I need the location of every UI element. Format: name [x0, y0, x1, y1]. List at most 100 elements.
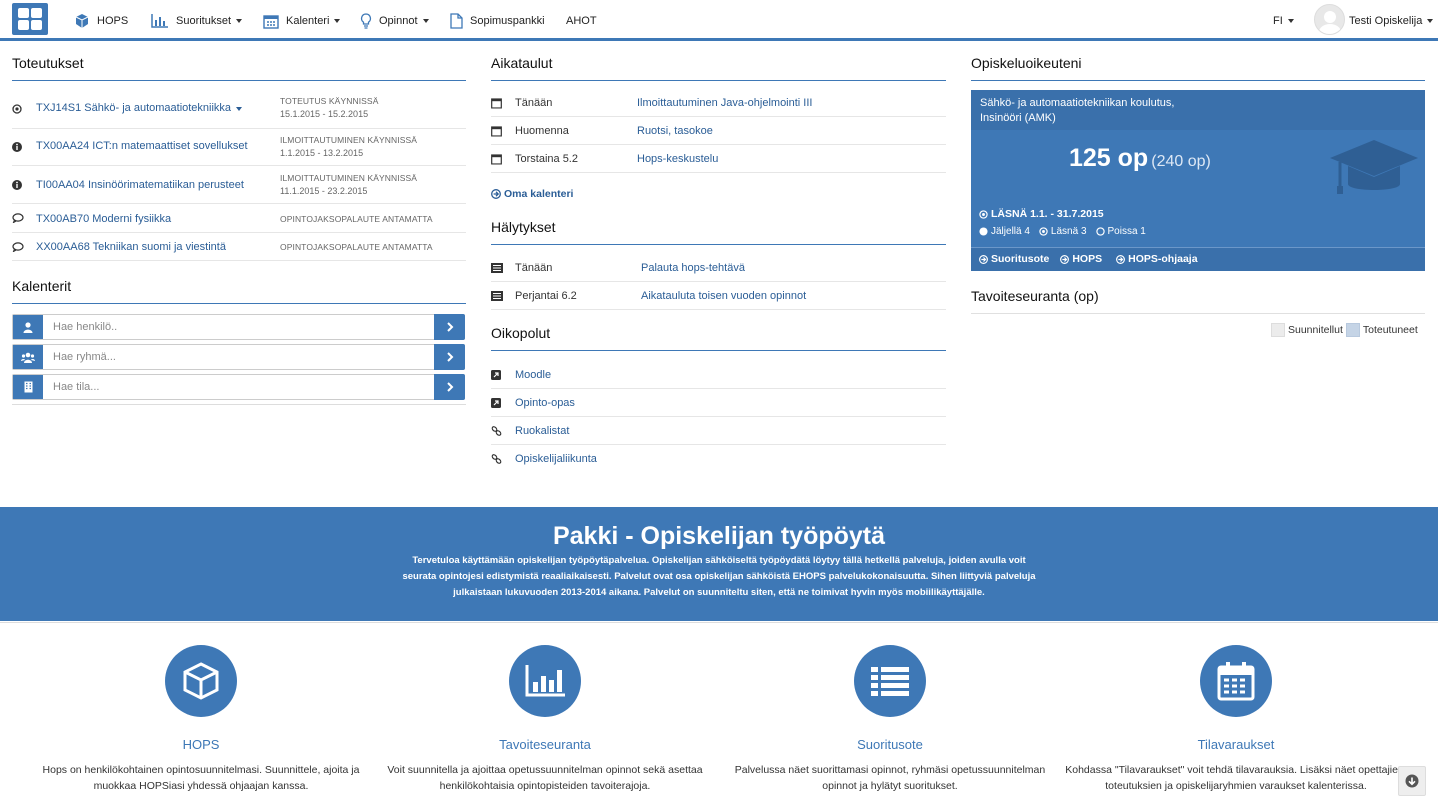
info-icon: [12, 179, 22, 190]
toteutus-status: ILMOITTAUTUMINEN KÄYNNISSÄ 1.1.2015 - 13.…: [280, 134, 417, 160]
lightbulb-icon: [360, 13, 372, 29]
nav-kalenteri[interactable]: Kalenteri: [263, 12, 341, 30]
caret-down-icon: [422, 19, 429, 23]
feature-title[interactable]: Tilavaraukset: [1064, 737, 1408, 752]
person-search-input[interactable]: Hae henkilö..: [53, 321, 117, 333]
shortcut-row: Moodle: [491, 361, 946, 389]
nav-ahot[interactable]: AHOT: [566, 12, 597, 30]
filled-circle-icon: [979, 227, 988, 236]
toteutus-row: TI00AA04 Insinöörimatematiikan perusteet…: [12, 166, 466, 204]
nav-kalenteri-label: Kalenteri: [286, 15, 330, 27]
nav-sopimuspankki-label: Sopimuspankki: [470, 15, 545, 27]
bar-chart-icon[interactable]: [509, 645, 581, 717]
schedule-event-link[interactable]: Hops-keskustelu: [637, 153, 718, 165]
caret-down-icon: [1427, 19, 1434, 23]
avatar[interactable]: [1314, 4, 1345, 35]
alert-day: Perjantai 6.2: [515, 290, 577, 302]
divider: [12, 404, 466, 405]
chart-legend: Suunnitellut Toteutuneet: [1271, 323, 1418, 337]
status-dates: 1.1.2015 - 13.2.2015: [280, 148, 364, 158]
hops-ohjaaja-link[interactable]: HOPS-ohjaaja: [1116, 253, 1198, 265]
schedule-day: Torstaina 5.2: [515, 153, 578, 165]
toteutus-row: TX00AA24 ICT:n matemaattiset sovellukset…: [12, 129, 466, 166]
legend-done-label: Toteutuneet: [1362, 324, 1418, 336]
feature-description: Hops on henkilökohtainen opintosuunnitel…: [42, 764, 360, 792]
suoritusote-label: Suoritusote: [991, 253, 1050, 265]
circle-arrow-right-icon: [491, 189, 501, 199]
nav-suoritukset[interactable]: Suoritukset: [151, 12, 243, 30]
shortcut-link[interactable]: Ruokalistat: [515, 425, 569, 437]
banner-text: Tervetuloa käyttämään opiskelijan työpöy…: [402, 555, 1036, 598]
hops-link[interactable]: HOPS: [1060, 253, 1102, 265]
toteutus-link[interactable]: TI00AA04 Insinöörimatematiikan perusteet: [36, 179, 244, 191]
alert-event-link[interactable]: Aikatauluta toisen vuoden opinnot: [641, 290, 806, 302]
toteutus-link[interactable]: TX00AA24 ICT:n matemaattiset sovellukset: [36, 140, 248, 152]
user-icon: [13, 315, 43, 339]
credits-earned: 125 op: [1069, 144, 1149, 172]
status-text: OPINTOJAKSOPALAUTE ANTAMATTA: [280, 242, 433, 252]
users-icon: [13, 345, 43, 369]
credits: 125 op (240 op): [1069, 144, 1211, 173]
kalenterit-title: Kalenterit: [12, 278, 466, 304]
suoritusote-link[interactable]: Suoritusote: [979, 253, 1049, 265]
chevron-right-icon: [446, 322, 453, 332]
schedule-event-link[interactable]: Ruotsi, tasokoe: [637, 125, 713, 137]
feature-title[interactable]: Tavoiteseuranta: [373, 737, 717, 752]
toteutus-link[interactable]: TX00AB70 Moderni fysiikka: [36, 213, 171, 225]
schedule-day: Tänään: [515, 97, 553, 109]
alert-day: Tänään: [515, 262, 553, 274]
list-icon[interactable]: [854, 645, 926, 717]
toteutus-status: TOTEUTUS KÄYNNISSÄ 15.1.2015 - 15.2.2015: [280, 95, 378, 121]
banner-title: Pakki - Opiskelijan työpöytä: [552, 522, 886, 550]
circle-arrow-right-icon: [979, 254, 988, 264]
own-calendar-link[interactable]: Oma kalenteri: [491, 188, 573, 200]
language-select[interactable]: FI: [1273, 12, 1294, 30]
calendar-icon[interactable]: [1200, 645, 1272, 717]
person-search: Hae henkilö..: [12, 314, 465, 340]
nav-hops[interactable]: HOPS: [74, 12, 128, 30]
list-alt-icon: [491, 290, 503, 301]
schedule-event-link[interactable]: Ilmoittautuminen Java-ohjelmointi III: [637, 97, 812, 109]
nav-opinnot[interactable]: Opinnot: [360, 12, 429, 30]
shortcut-row: Opinto-opas: [491, 389, 946, 417]
room-search: Hae tila...: [12, 374, 465, 400]
nav-sopimuspankki[interactable]: Sopimuspankki: [449, 12, 545, 30]
top-navbar: HOPS Suoritukset Kalenteri Opinnot Sopim…: [0, 0, 1438, 41]
room-search-input[interactable]: Hae tila...: [53, 381, 99, 393]
shortcut-link[interactable]: Opiskelijaliikunta: [515, 453, 597, 465]
toteutus-link[interactable]: XX00AA68 Tekniikan suomi ja viestintä: [36, 241, 226, 253]
external-link-icon: [491, 369, 501, 380]
building-icon: [13, 375, 43, 399]
room-search-button[interactable]: [434, 374, 465, 400]
schedule-row: Huomenna Ruotsi, tasokoe: [491, 117, 946, 145]
toteutus-status: ILMOITTAUTUMINEN KÄYNNISSÄ 11.1.2015 - 23…: [280, 172, 417, 198]
group-search-input[interactable]: Hae ryhmä...: [53, 351, 116, 363]
chevron-right-icon: [446, 352, 453, 362]
divider: [0, 622, 1438, 623]
shortcut-link[interactable]: Opinto-opas: [515, 397, 575, 409]
apps-grid-icon[interactable]: [12, 3, 48, 35]
cube-icon[interactable]: [165, 645, 237, 717]
comment-icon: [12, 213, 24, 223]
calendar-icon: [491, 97, 502, 108]
alert-event-link[interactable]: Palauta hops-tehtävä: [641, 262, 745, 274]
shortcut-link[interactable]: Moodle: [515, 369, 551, 381]
degree-line: Insinööri (AMK): [980, 112, 1056, 124]
person-search-button[interactable]: [434, 314, 465, 340]
calendar-icon: [491, 125, 502, 136]
toteutus-link[interactable]: TXJ14S1 Sähkö- ja automaatiotekniikka: [36, 102, 243, 114]
status-text: OPINTOJAKSOPALAUTE ANTAMATTA: [280, 214, 433, 224]
feature-title[interactable]: Suoritusote: [718, 737, 1062, 752]
toteutus-status: OPINTOJAKSOPALAUTE ANTAMATTA: [280, 241, 433, 254]
status-dates: 15.1.2015 - 15.2.2015: [280, 109, 369, 119]
group-search-button[interactable]: [434, 344, 465, 370]
degree-line: Sähkö- ja automaatiotekniikan koulutus,: [980, 97, 1175, 109]
user-menu[interactable]: Testi Opiskelija: [1349, 12, 1434, 30]
document-icon: [450, 13, 463, 29]
semester-counts: Jäljellä 4 Läsnä 3 Poissa 1: [979, 226, 1146, 237]
feature-title[interactable]: HOPS: [29, 737, 373, 752]
credits-total: (240 op): [1151, 153, 1211, 170]
aikataulut-title: Aikataulut: [491, 55, 946, 81]
remaining-text: Jäljellä 4: [991, 226, 1030, 237]
scroll-down-button[interactable]: [1398, 766, 1426, 796]
